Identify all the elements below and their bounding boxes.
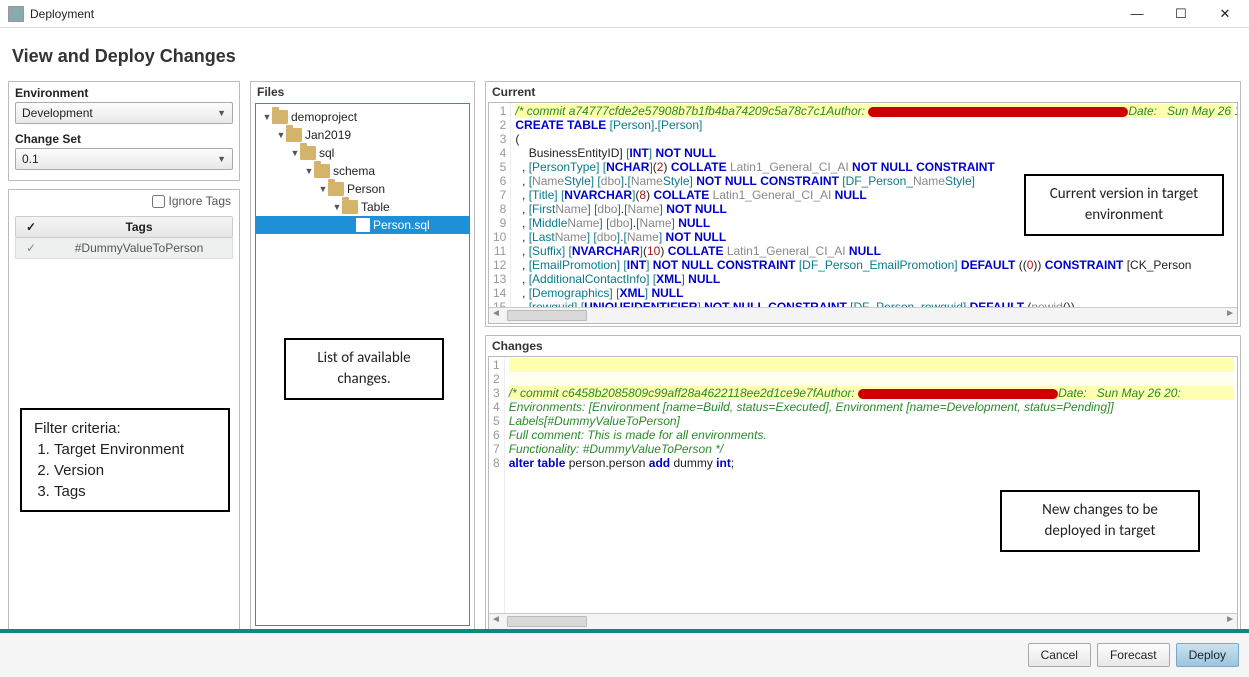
tags-header-label: Tags — [46, 220, 232, 234]
environment-combo[interactable]: Development ▼ — [15, 102, 233, 124]
tree-expand-icon[interactable]: ▼ — [318, 184, 328, 194]
file-icon — [356, 218, 370, 232]
tree-node[interactable]: ▼ demoproject — [256, 108, 469, 126]
tree-expand-icon[interactable]: ▼ — [262, 112, 272, 122]
callout-filter: Filter criteria: Target Environment Vers… — [20, 408, 230, 512]
tree-label: Person.sql — [373, 218, 430, 232]
tree-expand-icon[interactable]: ▼ — [304, 166, 314, 176]
forecast-button[interactable]: Forecast — [1097, 643, 1170, 667]
tree-node[interactable]: ▼ Jan2019 — [256, 126, 469, 144]
environment-label: Environment — [9, 82, 239, 102]
files-tree[interactable]: ▼ demoproject ▼ Jan2019 ▼ sql ▼ schema ▼ Person ▼ T… — [256, 104, 469, 238]
bottom-bar: Cancel Forecast Deploy — [0, 629, 1249, 677]
page-title: View and Deploy Changes — [0, 28, 1249, 81]
maximize-button[interactable]: ☐ — [1159, 1, 1203, 27]
app-icon — [8, 6, 24, 22]
ignore-tags-checkbox[interactable] — [152, 195, 165, 208]
tree-file-selected[interactable]: Person.sql — [256, 216, 469, 234]
callout-files: List of available changes. — [284, 338, 444, 400]
changeset-value: 0.1 — [22, 152, 39, 166]
changeset-label: Change Set — [9, 128, 239, 148]
environment-panel: Environment Development ▼ Change Set 0.1… — [8, 81, 240, 181]
folder-icon — [342, 200, 358, 214]
tree-node[interactable]: ▼ Person — [256, 180, 469, 198]
changes-code[interactable]: 12345678 /* commit c6458b2085809c99aff28… — [489, 357, 1237, 613]
changes-hscroll[interactable] — [489, 613, 1237, 629]
changes-label: Changes — [486, 336, 1240, 356]
deploy-button[interactable]: Deploy — [1176, 643, 1239, 667]
ignore-tags-label: Ignore Tags — [169, 194, 232, 208]
tree-label: Table — [361, 200, 390, 214]
files-label: Files — [251, 82, 474, 102]
folder-icon — [328, 182, 344, 196]
tree-label: Person — [347, 182, 385, 196]
current-label: Current — [486, 82, 1240, 102]
tree-node[interactable]: ▼ schema — [256, 162, 469, 180]
ignore-tags-row: Ignore Tags — [9, 190, 239, 212]
callout-current: Current version in target environment — [1024, 174, 1224, 236]
folder-icon — [272, 110, 288, 124]
tag-row-value: #DummyValueToPerson — [46, 241, 232, 255]
folder-icon — [314, 164, 330, 178]
callout-changes: New changes to be deployed in target — [1000, 490, 1200, 552]
current-hscroll[interactable] — [489, 307, 1237, 323]
changeset-combo[interactable]: 0.1 ▼ — [15, 148, 233, 170]
tags-header-check[interactable]: ✓ — [16, 220, 46, 234]
tree-expand-icon[interactable]: ▼ — [332, 202, 342, 212]
left-column: Environment Development ▼ Change Set 0.1… — [8, 81, 240, 633]
tree-expand-icon[interactable]: ▼ — [290, 148, 300, 158]
tree-label: demoproject — [291, 110, 357, 124]
tag-row-check[interactable]: ✓ — [16, 241, 46, 255]
environment-value: Development — [22, 106, 93, 120]
tree-label: sql — [319, 146, 334, 160]
tree-label: Jan2019 — [305, 128, 351, 142]
folder-icon — [300, 146, 316, 160]
cancel-button[interactable]: Cancel — [1028, 643, 1091, 667]
main-area: Environment Development ▼ Change Set 0.1… — [0, 81, 1249, 641]
tree-node[interactable]: ▼ sql — [256, 144, 469, 162]
close-button[interactable]: ✕ — [1203, 1, 1247, 27]
minimize-button[interactable]: — — [1115, 1, 1159, 27]
window-title: Deployment — [30, 7, 1115, 21]
folder-icon — [286, 128, 302, 142]
tags-header-row: ✓ Tags — [15, 216, 233, 238]
chevron-down-icon: ▼ — [217, 108, 226, 118]
tree-expand-icon[interactable]: ▼ — [276, 130, 286, 140]
tag-row[interactable]: ✓ #DummyValueToPerson — [15, 238, 233, 259]
changes-panel: Changes 12345678 /* commit c6458b2085809… — [485, 335, 1241, 633]
title-bar: Deployment — ☐ ✕ — [0, 0, 1249, 28]
tree-label: schema — [333, 164, 375, 178]
tags-table: ✓ Tags ✓ #DummyValueToPerson — [15, 216, 233, 259]
tree-node[interactable]: ▼ Table — [256, 198, 469, 216]
chevron-down-icon: ▼ — [217, 154, 226, 164]
